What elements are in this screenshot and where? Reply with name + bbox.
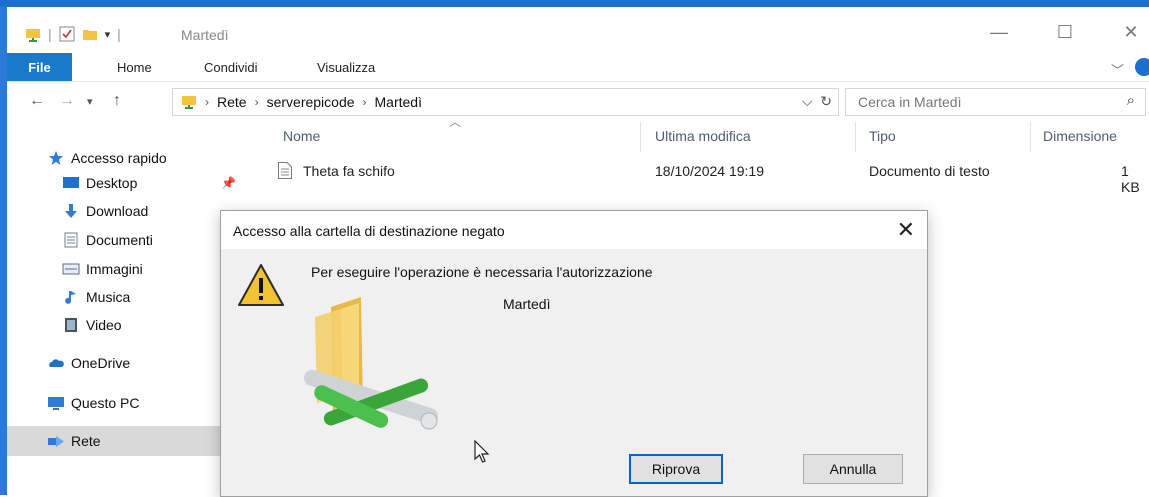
nav-item-label: Documenti (86, 232, 153, 248)
pc-icon (48, 397, 64, 410)
pictures-icon (62, 263, 80, 275)
breadcrumb-chevron-icon[interactable]: › (363, 95, 367, 109)
file-modified: 18/10/2024 19:19 (655, 163, 764, 179)
video-icon (65, 318, 77, 332)
tab-view[interactable]: Visualizza (317, 60, 375, 75)
tab-share[interactable]: Condividi (204, 60, 257, 75)
column-header-type[interactable]: Tipo (869, 128, 896, 144)
properties-check-icon[interactable] (59, 26, 75, 42)
back-arrow-icon[interactable]: ← (29, 92, 45, 110)
nav-item-onedrive[interactable]: OneDrive (47, 350, 227, 376)
ribbon: File Home Condividi Visualizza ﹀ (7, 53, 1149, 82)
network-icon (48, 436, 64, 447)
recent-locations-chevron-icon[interactable]: ▾ (87, 95, 93, 108)
nav-item-label: Download (86, 203, 149, 219)
navigation-pane: Accesso rapido Desktop 📌 Download Docume… (7, 120, 236, 495)
breadcrumb-chevron-icon[interactable]: › (205, 95, 209, 109)
column-divider[interactable] (855, 122, 856, 152)
nav-item-label: Immagini (86, 261, 143, 277)
column-divider[interactable] (1030, 122, 1031, 152)
search-placeholder: Cerca in Martedì (858, 94, 962, 110)
address-bar[interactable]: › Rete › serverepicode › Martedì ⌵ ↻ (172, 88, 839, 116)
nav-item-music[interactable]: Musica (62, 284, 227, 310)
refresh-icon[interactable]: ↻ (820, 93, 832, 109)
cancel-button[interactable]: Annulla (803, 454, 903, 484)
network-location-icon (182, 96, 196, 109)
onedrive-icon (49, 359, 64, 367)
file-name: Theta fa schifo (303, 163, 395, 179)
mouse-pointer-icon (474, 440, 490, 463)
text-document-icon (278, 162, 292, 179)
documents-icon (64, 232, 78, 248)
nav-item-this-pc[interactable]: Questo PC (47, 390, 227, 416)
column-header-name[interactable]: Nome (283, 128, 320, 144)
access-denied-dialog: Accesso alla cartella di destinazione ne… (220, 210, 928, 497)
title-bar: | ▾ | Martedì — ☐ ✕ (7, 7, 1149, 53)
music-icon (65, 291, 76, 304)
nav-item-label: Video (86, 317, 122, 333)
help-icon[interactable] (1135, 58, 1149, 76)
qa-customize-icon[interactable]: ▾ (105, 28, 111, 41)
up-arrow-icon[interactable]: ↑ (113, 92, 121, 110)
tab-file[interactable]: File (7, 53, 72, 81)
tab-home[interactable]: Home (117, 60, 152, 75)
nav-item-download[interactable]: Download (62, 198, 227, 224)
window-title: Martedì (181, 27, 229, 43)
window-left-border (0, 7, 7, 495)
dialog-title-bar: Accesso alla cartella di destinazione ne… (221, 211, 927, 249)
file-explorer-window: | ▾ | Martedì — ☐ ✕ File Home Condividi … (0, 0, 1149, 497)
nav-item-label: Musica (86, 289, 131, 305)
nav-item-video[interactable]: Video (62, 312, 227, 338)
column-divider[interactable] (640, 122, 641, 152)
file-size: 1 KB (1121, 163, 1140, 195)
new-folder-icon[interactable] (82, 26, 98, 42)
column-header-modified[interactable]: Ultima modifica (655, 128, 751, 144)
nav-item-label: Rete (71, 433, 101, 449)
nav-item-desktop[interactable]: Desktop (62, 170, 227, 196)
qa-separator: | (48, 26, 52, 42)
desktop-icon (63, 177, 79, 188)
search-icon[interactable]: ⌕ (1127, 92, 1135, 109)
download-icon (65, 204, 77, 218)
warning-icon (238, 264, 284, 306)
retry-button[interactable]: Riprova (629, 454, 723, 484)
breadcrumb-network[interactable]: Rete (217, 94, 247, 110)
address-row: ← → ▾ ↑ › Rete › serverepicode › Martedì… (7, 82, 1149, 120)
quick-access-toolbar: | ▾ | (25, 26, 121, 42)
maximize-button[interactable]: ☐ (1045, 22, 1085, 43)
star-icon (49, 151, 63, 165)
ribbon-expand-chevron-icon[interactable]: ﹀ (1111, 60, 1124, 79)
nav-item-network[interactable]: Rete (7, 426, 227, 456)
nav-item-quick-access[interactable]: Accesso rapido (47, 145, 227, 171)
dialog-message: Per eseguire l'operazione è necessaria l… (311, 264, 653, 280)
file-type: Documento di testo (869, 163, 990, 179)
breadcrumb-folder[interactable]: Martedì (375, 94, 422, 110)
sort-ascending-icon: ︿ (449, 115, 462, 129)
breadcrumb-chevron-icon[interactable]: › (255, 95, 259, 109)
pin-icon[interactable]: 📌 (221, 176, 236, 190)
address-tools: ⌵ ↻ (802, 93, 832, 110)
file-row[interactable]: Theta fa schifo 18/10/2024 19:19 Documen… (276, 156, 1149, 195)
dialog-close-icon[interactable]: ✕ (897, 217, 915, 243)
window-top-border (0, 0, 1149, 7)
nav-item-label: OneDrive (71, 355, 131, 371)
qa-separator-2: | (117, 26, 121, 42)
minimize-button[interactable]: — (979, 22, 1019, 43)
column-header-size[interactable]: Dimensione (1043, 128, 1117, 144)
search-input[interactable]: Cerca in Martedì ⌕ (845, 88, 1146, 116)
nav-item-label: Desktop (86, 175, 138, 191)
forward-arrow-icon[interactable]: → (59, 92, 75, 110)
breadcrumb-server[interactable]: serverepicode (267, 94, 355, 110)
address-history-chevron-icon[interactable]: ⌵ (802, 93, 813, 109)
nav-item-label: Accesso rapido (71, 150, 167, 166)
nav-item-documents[interactable]: Documenti (62, 227, 227, 253)
nav-item-pictures[interactable]: Immagini (62, 256, 227, 282)
explorer-network-icon[interactable] (25, 26, 41, 42)
dialog-folder-name: Martedì (503, 296, 551, 312)
network-folder-icon (304, 297, 438, 430)
close-button[interactable]: ✕ (1111, 22, 1149, 43)
nav-item-label: Questo PC (71, 395, 140, 411)
dialog-title: Accesso alla cartella di destinazione ne… (233, 223, 505, 239)
